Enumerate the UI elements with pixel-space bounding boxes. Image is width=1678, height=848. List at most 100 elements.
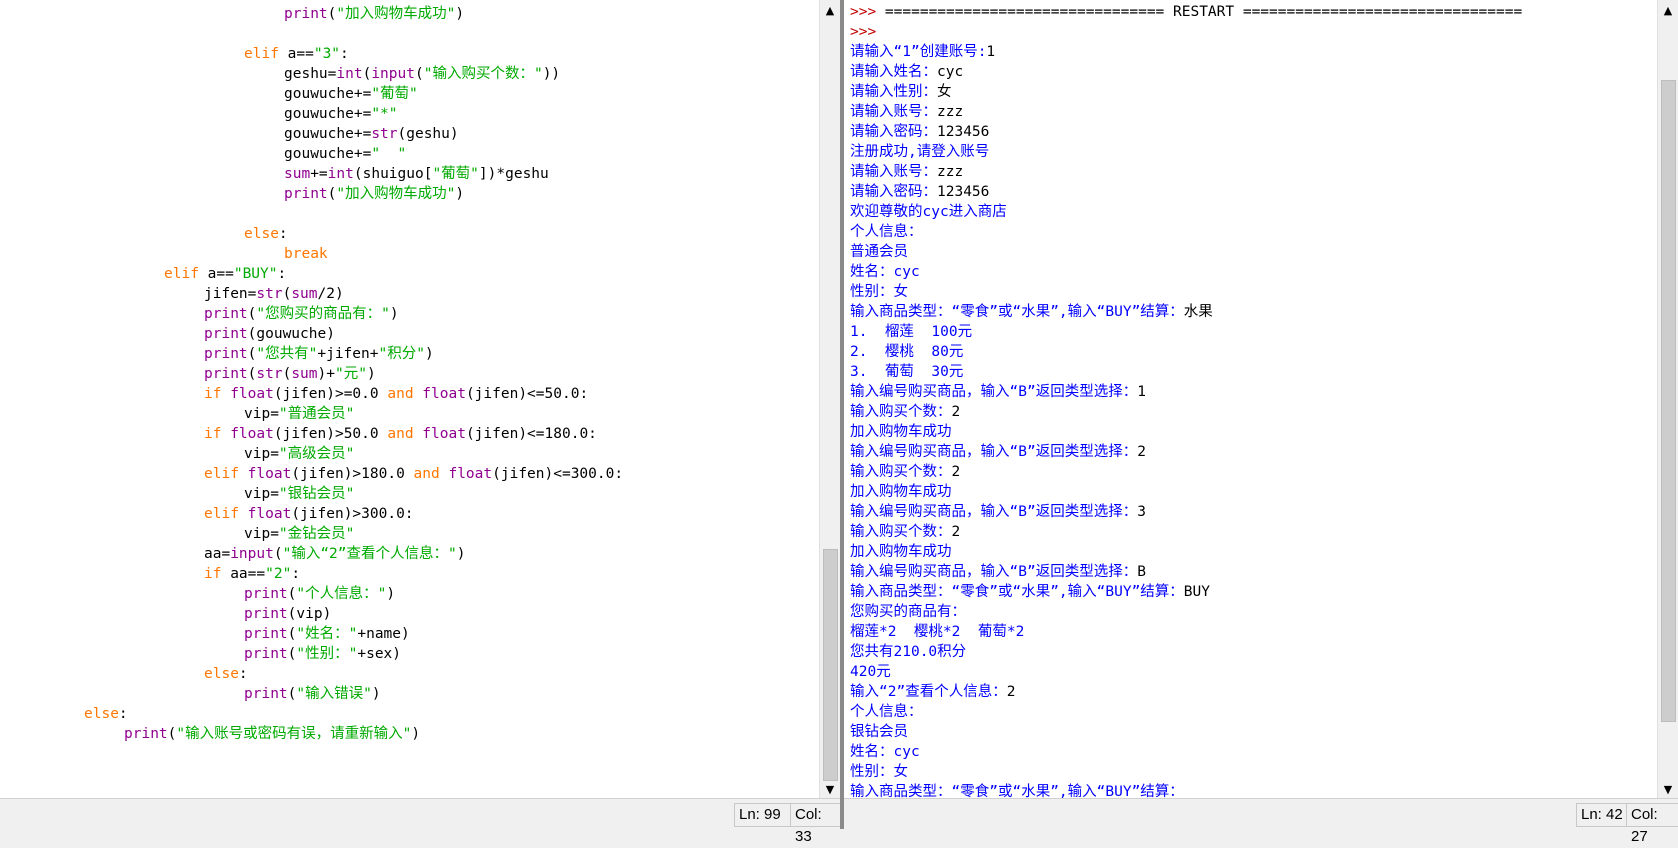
- code-token: ): [366, 366, 376, 382]
- code-line: print("输入错误"): [4, 684, 820, 704]
- code-token: geshu=: [284, 66, 337, 82]
- shell-token: 输入商品类型：“零食”或“水果”,输入“BUY”结算：: [850, 784, 1184, 799]
- shell-token: 2. 樱桃 80元: [850, 344, 964, 360]
- shell-token: BUY: [1183, 584, 1210, 600]
- code-token: "普通会员": [278, 406, 355, 422]
- shell-token: 您购买的商品有：: [850, 604, 966, 620]
- shell-token: 加入购物车成功: [850, 424, 952, 440]
- code-token: "银钻会员": [278, 486, 355, 502]
- scroll-up-arrow-icon[interactable]: ▲: [820, 0, 840, 20]
- scroll-down-arrow-icon[interactable]: ▼: [1658, 779, 1678, 799]
- shell-token: zzz: [937, 164, 964, 180]
- code-token: (shuiguo[: [353, 166, 433, 182]
- shell-token: 银钻会员: [850, 724, 908, 740]
- shell-line: 输入编号购买商品，输入“B”返回类型选择：2: [850, 442, 1658, 462]
- code-token: "积分": [378, 346, 425, 362]
- code-token: ): [411, 726, 421, 742]
- shell-line: 输入购买个数：2: [850, 522, 1658, 542]
- code-token: (jifen)<=180.0:: [465, 426, 597, 442]
- shell-token: 420元: [850, 664, 891, 680]
- code-token: break: [284, 246, 328, 262]
- shell-token: 性别：女: [850, 764, 908, 780]
- editor-vertical-scrollbar[interactable]: ▲ ▼: [819, 0, 840, 799]
- code-token: :: [238, 666, 248, 682]
- shell-line: 输入商品类型：“零食”或“水果”,输入“BUY”结算：: [850, 782, 1658, 799]
- shell-vertical-scrollbar[interactable]: ▲ ▼: [1657, 0, 1678, 799]
- code-line: if aa=="2":: [4, 564, 820, 584]
- code-token: sum: [291, 366, 318, 382]
- code-token: input: [371, 66, 415, 82]
- code-token: "葡萄": [432, 166, 479, 182]
- code-token: elif: [164, 266, 199, 282]
- code-token: :: [278, 226, 288, 242]
- code-token: "高级会员": [278, 446, 355, 462]
- code-token: print: [124, 726, 168, 742]
- shell-line: 个人信息：: [850, 222, 1658, 242]
- code-line: print("加入购物车成功"): [4, 4, 820, 24]
- shell-token: 姓名：cyc: [850, 264, 920, 280]
- code-token: sum: [284, 166, 311, 182]
- shell-scroll-thumb[interactable]: [1661, 79, 1676, 722]
- shell-line: 榴莲*2 樱桃*2 葡萄*2: [850, 622, 1658, 642]
- code-token: float: [422, 426, 466, 442]
- scroll-down-arrow-icon[interactable]: ▼: [820, 779, 840, 799]
- editor-scroll-thumb[interactable]: [823, 549, 838, 781]
- code-token: ])*geshu: [478, 166, 549, 182]
- shell-token: 2: [951, 404, 961, 420]
- code-token: (: [273, 546, 283, 562]
- code-token: and: [387, 386, 414, 402]
- code-token: )+: [317, 366, 335, 382]
- shell-line: 输入“2”查看个人信息：2: [850, 682, 1658, 702]
- shell-line: 输入购买个数：2: [850, 462, 1658, 482]
- code-token: and: [387, 426, 414, 442]
- code-token: print: [244, 646, 288, 662]
- code-editor-area[interactable]: print("加入购物车成功") elif a=="3": geshu=int(in…: [0, 0, 820, 799]
- code-token: (jifen)<=300.0:: [492, 466, 624, 482]
- shell-token: 水果: [1183, 304, 1213, 320]
- shell-status-bar: Ln: 42 Col: 27: [844, 798, 1678, 845]
- editor-column-number: Col: 33: [790, 803, 844, 845]
- shell-line: 请输入密码：123456: [850, 122, 1658, 142]
- shell-line: 注册成功,请登入账号: [850, 142, 1658, 162]
- shell-line: 个人信息：: [850, 702, 1658, 722]
- shell-token: 123456: [937, 124, 990, 140]
- shell-token: 请输入姓名：: [850, 64, 937, 80]
- shell-token: 请输入“1”创建账号:: [850, 44, 987, 60]
- shell-token: cyc: [937, 64, 964, 80]
- code-token: "*": [371, 106, 398, 122]
- code-token: else: [244, 226, 279, 242]
- code-token: "输入“2”查看个人信息：": [282, 546, 457, 562]
- code-line: elif float(jifen)>180.0 and float(jifen)…: [4, 464, 820, 484]
- code-token: "加入购物车成功": [336, 6, 456, 22]
- shell-token: 输入商品类型：“零食”或“水果”,输入“BUY”结算：: [850, 304, 1184, 320]
- code-token: "BUY": [233, 266, 278, 282]
- shell-line: 请输入性别：女: [850, 82, 1658, 102]
- code-token: print: [204, 346, 248, 362]
- code-line: jifen=str(sum/2): [4, 284, 820, 304]
- shell-line: 请输入账号：zzz: [850, 102, 1658, 122]
- code-token: :: [291, 566, 301, 582]
- shell-output-area[interactable]: >>> ================================ RES…: [844, 0, 1658, 799]
- shell-line: 欢迎尊敬的cyc进入商店: [850, 202, 1658, 222]
- shell-token: 榴莲*2 樱桃*2 葡萄*2: [850, 624, 1025, 640]
- code-token: "性别：": [296, 646, 358, 662]
- code-token: +jifen+: [317, 346, 379, 362]
- shell-line: 姓名：cyc: [850, 742, 1658, 762]
- shell-token: 3. 葡萄 30元: [850, 364, 964, 380]
- code-line: else:: [4, 224, 820, 244]
- shell-token: 请输入账号：: [850, 164, 937, 180]
- code-token: "3": [313, 46, 341, 62]
- code-token: gouwuche+=: [284, 126, 372, 142]
- code-token: print: [244, 586, 288, 602]
- editor-status-bar: Ln: 99 Col: 33: [0, 798, 844, 845]
- shell-line: 加入购物车成功: [850, 482, 1658, 502]
- code-token: +name): [357, 626, 410, 642]
- code-token: else: [84, 706, 119, 722]
- shell-token: 请输入性别：: [850, 84, 937, 100]
- shell-token: 1: [986, 44, 996, 60]
- code-line: if float(jifen)>=0.0 and float(jifen)<=5…: [4, 384, 820, 404]
- shell-line: 1. 榴莲 100元: [850, 322, 1658, 342]
- scroll-up-arrow-icon[interactable]: ▲: [1658, 0, 1678, 20]
